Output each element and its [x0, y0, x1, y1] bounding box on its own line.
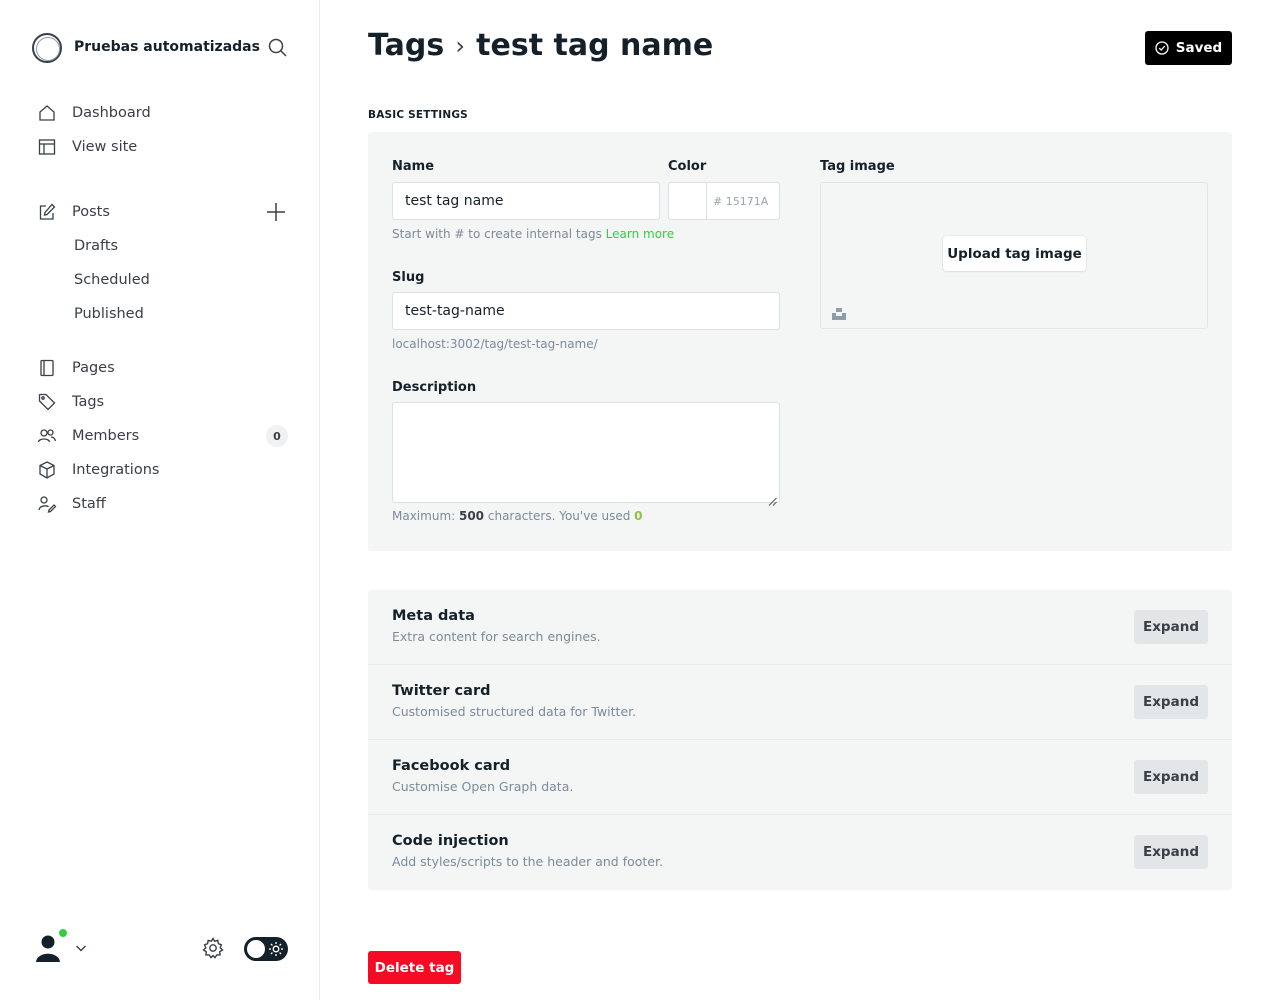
expand-code-injection-button[interactable]: Expand	[1134, 835, 1208, 869]
sidebar-item-pages[interactable]: Pages	[32, 351, 290, 385]
sidebar-item-drafts[interactable]: Drafts	[32, 229, 290, 263]
section-description: Add styles/scripts to the header and foo…	[392, 854, 663, 869]
section-description: Customised structured data for Twitter.	[392, 704, 637, 719]
description-hint: Maximum: 500 characters. You've used 0	[392, 509, 643, 523]
section-description: Extra content for search engines.	[392, 629, 601, 644]
sidebar: Pruebas automatizadas Dashboard View sit…	[0, 0, 320, 1000]
tag-image-dropzone[interactable]: Upload tag image	[820, 182, 1208, 329]
sidebar-item-label: Scheduled	[74, 272, 150, 288]
members-icon	[36, 425, 58, 447]
saved-button[interactable]: Saved	[1145, 31, 1232, 65]
sidebar-item-label: Members	[72, 428, 140, 444]
staff-icon	[36, 493, 58, 515]
main-content: Tags › test tag name Saved BASIC SETTING…	[320, 0, 1280, 1000]
color-label: Color	[668, 159, 707, 174]
sidebar-item-label: Drafts	[74, 238, 119, 254]
sidebar-item-label: Dashboard	[72, 105, 151, 121]
twitter-card-section: Twitter card Customised structured data …	[368, 665, 1232, 740]
tag-icon	[36, 391, 58, 413]
section-title: Twitter card	[392, 683, 491, 699]
expand-facebook-card-button[interactable]: Expand	[1134, 760, 1208, 794]
edit-icon	[36, 201, 58, 223]
section-title: Facebook card	[392, 758, 511, 774]
sidebar-item-view-site[interactable]: View site	[32, 130, 290, 164]
page-title: Tags › test tag name	[368, 28, 713, 63]
sidebar-item-tags[interactable]: Tags	[32, 385, 290, 419]
name-label: Name	[392, 159, 435, 174]
name-hint-text: Start with # to create internal tags	[392, 227, 602, 241]
site-title[interactable]: Pruebas automatizadas	[74, 39, 260, 55]
tag-title: test tag name	[476, 28, 714, 63]
sidebar-item-integrations[interactable]: Integrations	[32, 453, 290, 487]
upload-tag-image-button[interactable]: Upload tag image	[943, 236, 1086, 271]
site-logo-icon[interactable]	[32, 33, 62, 63]
sidebar-item-posts[interactable]: Posts	[32, 195, 290, 229]
color-swatch[interactable]	[668, 182, 706, 220]
nav-primary: Dashboard View site	[32, 96, 290, 164]
section-label-basic-settings: BASIC SETTINGS	[368, 109, 468, 121]
description-hint-before: Maximum:	[392, 509, 459, 523]
description-hint-middle: characters. You've used	[484, 509, 635, 523]
gear-icon[interactable]	[201, 936, 225, 960]
sidebar-item-dashboard[interactable]: Dashboard	[32, 96, 290, 130]
delete-tag-button[interactable]: Delete tag	[368, 951, 461, 984]
members-count-badge: 0	[266, 425, 288, 447]
name-hint: Start with # to create internal tags Lea…	[392, 227, 674, 241]
layout-icon	[36, 136, 58, 158]
expand-meta-data-button[interactable]: Expand	[1134, 610, 1208, 644]
meta-data-section: Meta data Extra content for search engin…	[368, 590, 1232, 665]
slug-url-preview: localhost:3002/tag/test-tag-name/	[392, 337, 598, 351]
code-injection-section: Code injection Add styles/scripts to the…	[368, 815, 1232, 890]
sidebar-item-label: Pages	[72, 360, 115, 376]
unsplash-icon[interactable]	[832, 306, 846, 320]
check-circle-icon	[1155, 41, 1169, 55]
page-icon	[36, 357, 58, 379]
breadcrumb-separator: ›	[455, 31, 465, 60]
sidebar-item-members[interactable]: Members 0	[32, 419, 290, 453]
chevron-down-icon[interactable]	[74, 940, 88, 954]
color-hex-input[interactable]: # 15171A	[706, 182, 780, 220]
site-header: Pruebas automatizadas	[32, 32, 290, 64]
toggle-knob	[247, 940, 265, 958]
sidebar-item-label: Staff	[72, 496, 106, 512]
resize-handle-icon[interactable]	[768, 491, 777, 506]
section-title: Meta data	[392, 608, 475, 624]
description-used-chars: 0	[634, 509, 643, 523]
cube-icon	[36, 459, 58, 481]
home-icon	[36, 102, 58, 124]
expandable-sections: Meta data Extra content for search engin…	[368, 590, 1232, 890]
sidebar-item-published[interactable]: Published	[32, 297, 290, 331]
sidebar-item-label: Published	[74, 306, 144, 322]
slug-label: Slug	[392, 270, 425, 285]
sidebar-item-label: Tags	[72, 394, 105, 410]
theme-toggle[interactable]	[244, 937, 288, 961]
sidebar-item-label: Integrations	[72, 462, 160, 478]
section-description: Customise Open Graph data.	[392, 779, 574, 794]
slug-input[interactable]: test-tag-name	[392, 292, 780, 330]
facebook-card-section: Facebook card Customise Open Graph data.…	[368, 740, 1232, 815]
saved-label: Saved	[1175, 40, 1223, 56]
sidebar-item-label: View site	[72, 139, 138, 155]
sidebar-item-label: Posts	[72, 204, 110, 220]
nav-posts: Posts Drafts Scheduled Published	[32, 195, 290, 331]
name-input[interactable]: test tag name	[392, 182, 660, 220]
sidebar-item-staff[interactable]: Staff	[32, 487, 290, 521]
tag-image-label: Tag image	[820, 159, 895, 174]
online-status-dot	[58, 928, 68, 938]
description-max-chars: 500	[458, 509, 485, 523]
expand-twitter-card-button[interactable]: Expand	[1134, 685, 1208, 719]
description-textarea[interactable]	[392, 402, 780, 506]
sidebar-item-scheduled[interactable]: Scheduled	[32, 263, 290, 297]
breadcrumb-tags[interactable]: Tags	[368, 28, 444, 63]
section-title: Code injection	[392, 833, 509, 849]
description-label: Description	[392, 380, 477, 395]
sun-icon	[268, 941, 284, 957]
learn-more-link[interactable]: Learn more	[606, 227, 674, 241]
basic-settings-panel: Name test tag name Start with # to creat…	[368, 132, 1232, 551]
nav-secondary: Pages Tags Members 0 Integrations Staff	[32, 351, 290, 521]
add-post-icon[interactable]	[264, 200, 288, 224]
sidebar-footer	[32, 928, 290, 968]
search-icon[interactable]	[266, 36, 290, 60]
